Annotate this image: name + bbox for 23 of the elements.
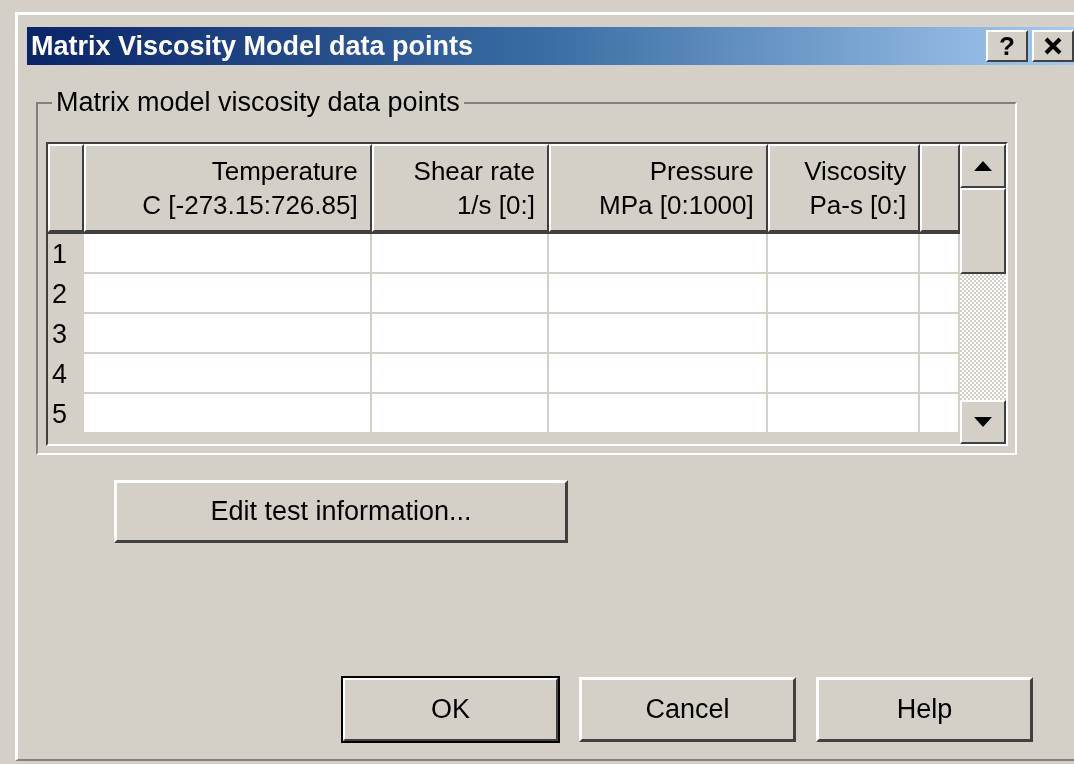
help-button[interactable]: ? <box>986 30 1028 62</box>
edit-test-information-button[interactable]: Edit test information... <box>114 480 568 543</box>
row-number: 1 <box>48 234 84 272</box>
row-number: 5 <box>48 394 84 432</box>
scroll-thumb[interactable] <box>960 188 1006 274</box>
column-header[interactable]: Temperature C [-273.15:726.85] <box>83 144 372 232</box>
column-header[interactable]: Pressure MPa [0:1000] <box>548 144 768 232</box>
down-arrow-icon <box>974 417 992 427</box>
dialog-button[interactable]: OK <box>342 677 559 742</box>
window-title: Matrix Viscosity Model data points <box>31 30 475 62</box>
column-header[interactable]: Shear rate 1/s [0:] <box>371 144 549 232</box>
dialog-button[interactable]: Cancel <box>579 677 796 742</box>
vertical-scrollbar[interactable] <box>960 144 1006 444</box>
dialog-button[interactable]: Help <box>816 677 1033 742</box>
row-number: 4 <box>48 354 84 392</box>
column-header[interactable]: Viscosity Pa-s [0:] <box>767 144 921 232</box>
up-arrow-icon <box>974 161 992 171</box>
scroll-up-button[interactable] <box>960 144 1006 188</box>
close-icon <box>1043 36 1063 56</box>
row-number: 3 <box>48 314 84 352</box>
close-button[interactable] <box>1032 30 1074 62</box>
row-number: 2 <box>48 274 84 312</box>
scroll-down-button[interactable] <box>960 400 1006 444</box>
